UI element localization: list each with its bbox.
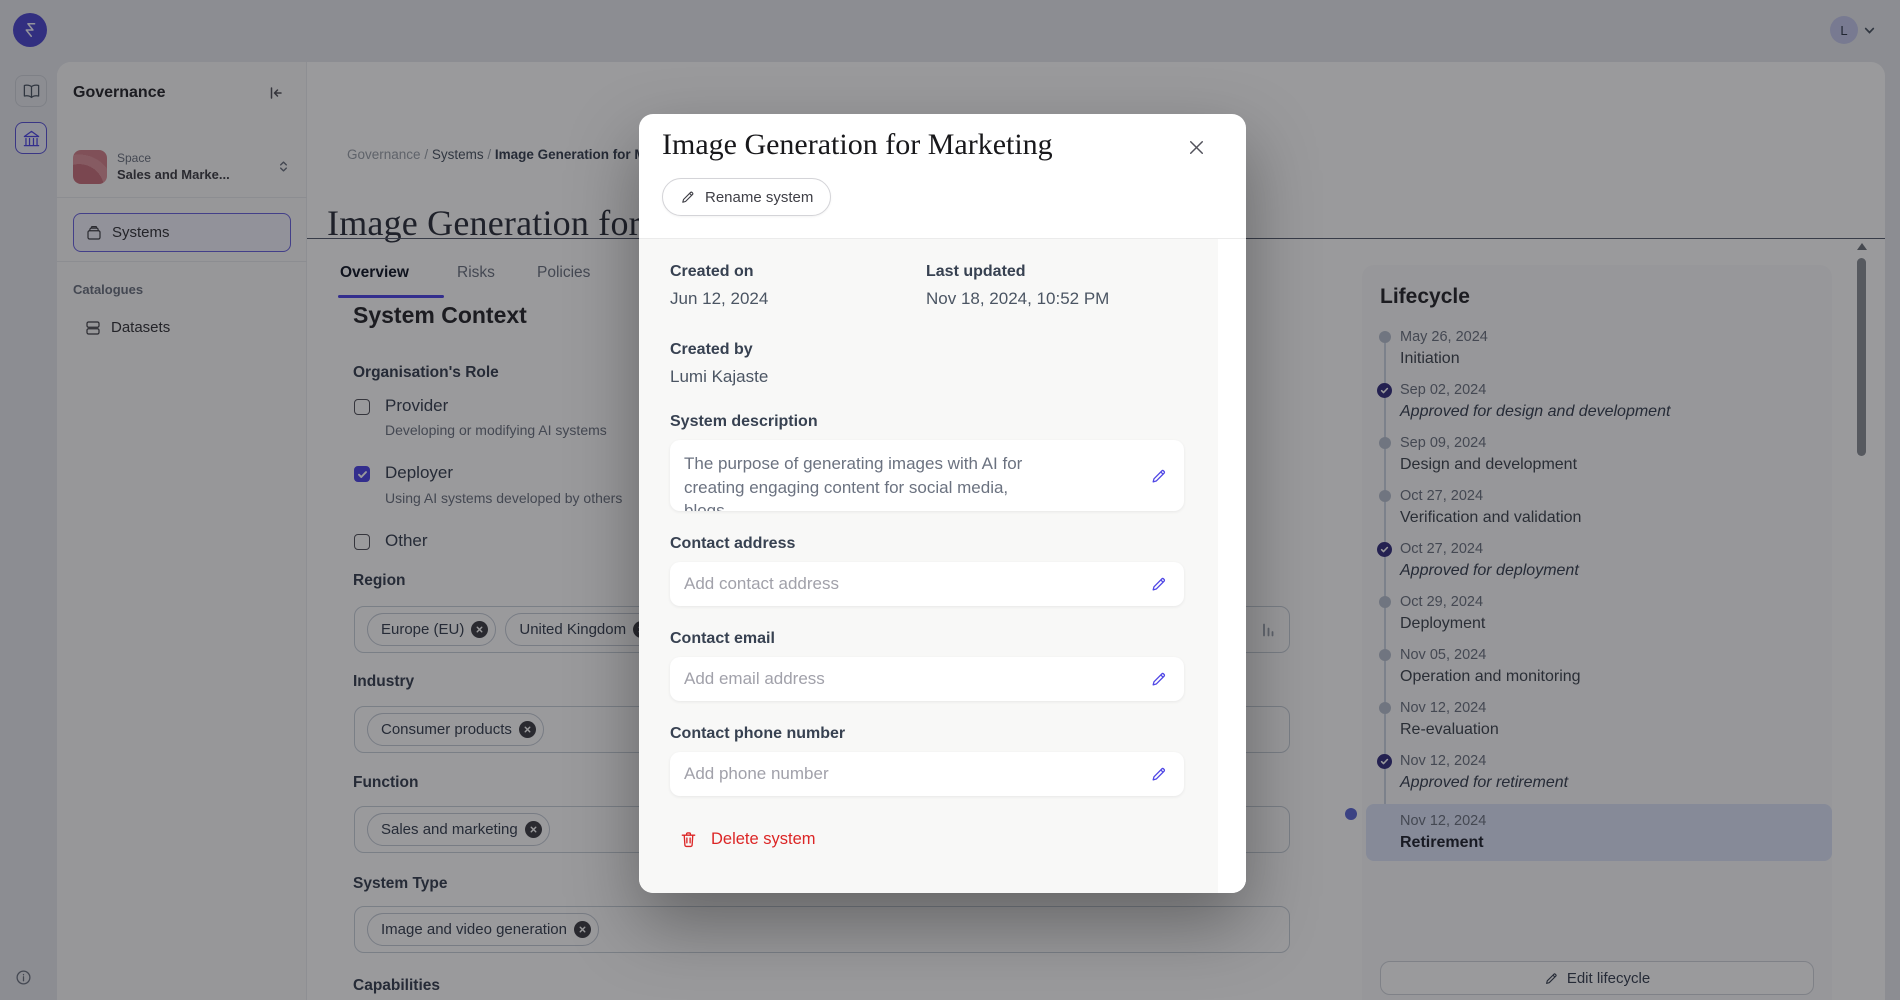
contact-address-placeholder: Add contact address [670, 562, 1184, 606]
modal-close-button[interactable] [1184, 135, 1208, 159]
system-details-modal: Image Generation for Marketing Rename sy… [639, 114, 1246, 893]
pencil-icon [1150, 765, 1168, 783]
modal-scroll-gutter [1218, 239, 1246, 893]
trash-icon [679, 830, 698, 849]
pencil-icon [1150, 575, 1168, 593]
modal-title: Image Generation for Marketing [662, 128, 1053, 162]
contact-email-field[interactable]: Add email address [670, 657, 1184, 701]
modal-body: Created on Jun 12, 2024 Last updated Nov… [639, 238, 1246, 893]
last-updated-label: Last updated [926, 261, 1109, 282]
edit-contact-email-button[interactable] [1150, 670, 1168, 688]
contact-email-label: Contact email [670, 628, 1184, 649]
app-screen: L Governance Space Sales and Marke... [0, 0, 1900, 1000]
pencil-icon [1150, 670, 1168, 688]
pencil-icon [680, 189, 696, 205]
edit-description-button[interactable] [1150, 467, 1168, 485]
edit-contact-phone-button[interactable] [1150, 765, 1168, 783]
contact-email-placeholder: Add email address [670, 657, 1184, 701]
pencil-icon [1150, 467, 1168, 485]
contact-phone-label: Contact phone number [670, 723, 1184, 744]
delete-system-button[interactable]: Delete system [679, 830, 1184, 849]
created-by-value: Lumi Kajaste [670, 365, 1184, 389]
system-description-text: The purpose of generating images with AI… [670, 440, 1066, 511]
contact-phone-field[interactable]: Add phone number [670, 752, 1184, 796]
created-by-label: Created by [670, 339, 1184, 360]
system-description-field[interactable]: The purpose of generating images with AI… [670, 440, 1184, 511]
created-on-label: Created on [670, 261, 926, 282]
close-icon [1186, 137, 1207, 158]
created-on-value: Jun 12, 2024 [670, 287, 926, 311]
rename-system-button[interactable]: Rename system [662, 178, 831, 216]
system-description-label: System description [670, 411, 1184, 432]
contact-phone-placeholder: Add phone number [670, 752, 1184, 796]
edit-contact-address-button[interactable] [1150, 575, 1168, 593]
contact-address-field[interactable]: Add contact address [670, 562, 1184, 606]
last-updated-value: Nov 18, 2024, 10:52 PM [926, 287, 1109, 311]
contact-address-label: Contact address [670, 533, 1184, 554]
